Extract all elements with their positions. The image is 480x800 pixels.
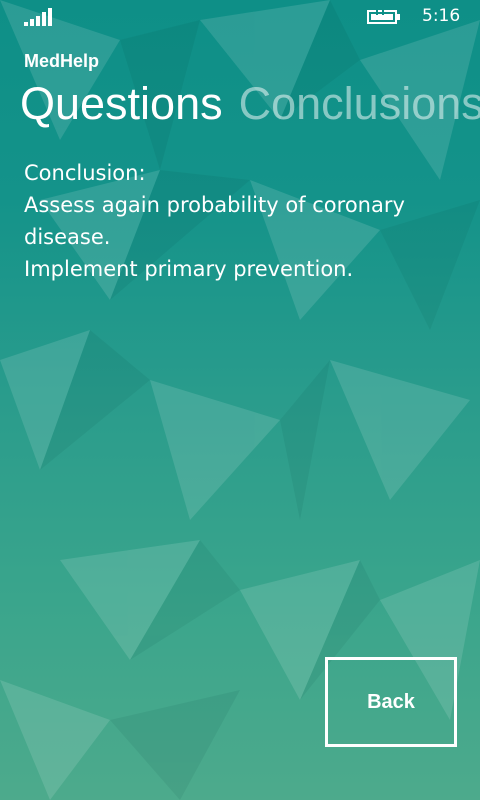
- conclusion-text-1: Assess again probability of coronary dis…: [24, 193, 405, 249]
- cellular-signal-icon: [24, 8, 52, 26]
- pivot-header: Questions Conclusions: [20, 74, 480, 134]
- status-bar: 5:16: [0, 0, 480, 34]
- conclusion-panel: Conclusion: Assess again probability of …: [24, 157, 444, 285]
- status-time: 5:16: [422, 6, 461, 26]
- pivot-item-questions[interactable]: Questions: [20, 74, 223, 134]
- app-title: MedHelp: [24, 51, 100, 71]
- back-button[interactable]: Back: [325, 657, 457, 747]
- pivot-item-conclusions[interactable]: Conclusions: [239, 74, 480, 134]
- conclusion-heading: Conclusion:: [24, 161, 146, 185]
- back-button-label: Back: [367, 690, 415, 713]
- conclusion-text-2: Implement primary prevention.: [24, 257, 354, 281]
- battery-charging-icon: [367, 9, 400, 24]
